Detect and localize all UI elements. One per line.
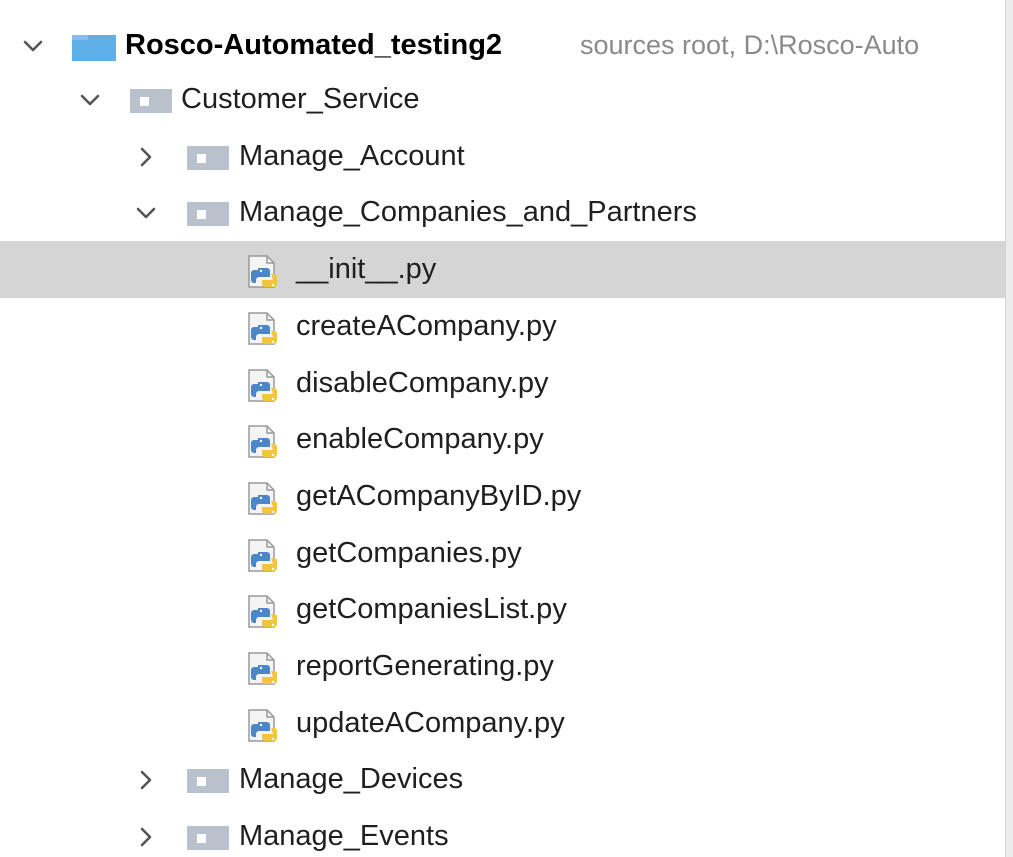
python-file-icon <box>247 312 283 350</box>
tree-row-file[interactable]: disableCompany.py <box>0 355 1006 412</box>
tree-row-manage-companies[interactable]: Manage_Companies_and_Partners <box>0 184 1006 241</box>
python-file-icon <box>247 425 283 463</box>
tree-row-file[interactable]: getACompanyByID.py <box>0 468 1006 525</box>
chevron-right-icon[interactable] <box>133 767 159 793</box>
tree-row-root[interactable]: Rosco-Automated_testing2 sources root, D… <box>0 17 1006 74</box>
tree-row-file[interactable]: getCompanies.py <box>0 525 1006 582</box>
tree-row-customer-service[interactable]: Customer_Service <box>0 71 1006 128</box>
panel-edge <box>1005 0 1013 857</box>
file-label: __init__.py <box>296 253 437 285</box>
folder-label: Manage_Account <box>239 140 465 172</box>
root-path-meta: sources root, D:\Rosco-Auto <box>580 30 920 60</box>
python-file-icon <box>247 255 283 293</box>
folder-icon <box>72 35 116 61</box>
python-file-icon <box>247 652 283 690</box>
tree-row-file[interactable]: getCompaniesList.py <box>0 581 1006 638</box>
python-file-icon <box>247 539 283 577</box>
tree-row-file[interactable]: createACompany.py <box>0 298 1006 355</box>
folder-icon <box>187 826 229 850</box>
folder-label: Manage_Devices <box>239 763 464 795</box>
python-file-icon <box>247 482 283 520</box>
chevron-right-icon[interactable] <box>133 144 159 170</box>
folder-icon <box>187 202 229 226</box>
root-project-name: Rosco-Automated_testing2 <box>125 29 503 61</box>
python-file-icon <box>247 709 283 747</box>
folder-label: Manage_Events <box>239 820 449 852</box>
file-label: reportGenerating.py <box>296 650 554 682</box>
project-tree: Rosco-Automated_testing2 sources root, D… <box>0 0 1013 857</box>
folder-icon <box>187 769 229 793</box>
chevron-down-icon[interactable] <box>77 87 103 113</box>
file-label: getCompanies.py <box>296 537 522 569</box>
file-label: enableCompany.py <box>296 423 544 455</box>
chevron-down-icon[interactable] <box>133 200 159 226</box>
file-label: getACompanyByID.py <box>296 480 582 512</box>
tree-row-manage-events[interactable]: Manage_Events <box>0 808 1006 857</box>
tree-row-manage-account[interactable]: Manage_Account <box>0 128 1006 185</box>
chevron-down-icon[interactable] <box>20 33 46 59</box>
folder-label: Customer_Service <box>181 83 420 115</box>
tree-row-file[interactable]: enableCompany.py <box>0 411 1006 468</box>
tree-row-file[interactable]: reportGenerating.py <box>0 638 1006 695</box>
python-file-icon <box>247 595 283 633</box>
chevron-right-icon[interactable] <box>133 824 159 850</box>
file-label: getCompaniesList.py <box>296 593 567 625</box>
file-label: updateACompany.py <box>296 707 565 739</box>
folder-icon <box>130 89 172 113</box>
tree-row-manage-devices[interactable]: Manage_Devices <box>0 751 1006 808</box>
folder-label: Manage_Companies_and_Partners <box>239 196 697 228</box>
tree-row-file[interactable]: __init__.py <box>0 241 1006 298</box>
python-file-icon <box>247 369 283 407</box>
file-label: createACompany.py <box>296 310 557 342</box>
tree-row-file[interactable]: updateACompany.py <box>0 695 1006 752</box>
file-label: disableCompany.py <box>296 367 549 399</box>
folder-icon <box>187 146 229 170</box>
